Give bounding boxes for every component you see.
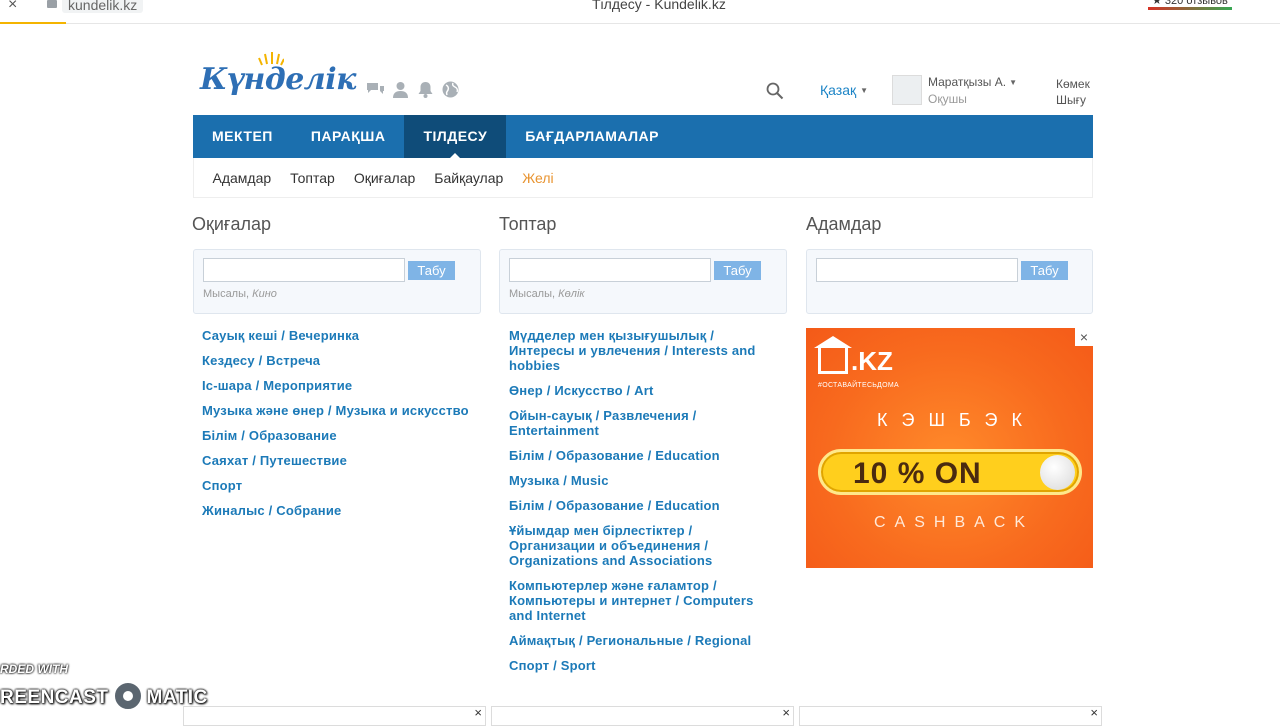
groups-category-list: Мүдделер мен қызығушылық / Интересы и ув… [509,328,771,683]
nav-item-programs[interactable]: БАҒДАРЛАМАЛАР [506,115,678,158]
window-title: Тілдесу - Kundelik.kz [592,0,726,12]
watermark-line1: RDED WITH [0,662,68,676]
subnav-item-network[interactable]: Желі [513,158,563,197]
list-item[interactable]: Кездесу / Встреча [202,353,472,368]
list-item[interactable]: Сауық кеші / Вечеринка [202,328,472,343]
events-search-hint: Мысалы, Кино [203,288,277,300]
main-nav: МЕКТЕП ПАРАҚША ТІЛДЕСУ БАҒДАРЛАМАЛАР [193,115,1093,158]
watermark-right: MATIC [146,687,208,708]
close-tab-icon[interactable]: × [8,0,17,14]
list-item[interactable]: Жиналыс / Собрание [202,503,472,518]
lock-icon [47,0,57,8]
bell-icon[interactable] [416,80,435,99]
chevron-down-icon: ▼ [860,86,869,95]
browser-bar: × kundelik.kz Тілдесу - Kundelik.kz ★ 32… [0,0,1280,24]
list-item[interactable]: Білім / Образование [202,428,472,443]
language-selector[interactable]: Қазақ ▼ [820,82,868,98]
list-item[interactable]: Музыка / Music [509,473,771,488]
close-icon[interactable]: × [474,705,482,720]
list-item[interactable]: Компьютерлер және ғаламтор / Компьютеры … [509,578,771,623]
groups-search-hint: Мысалы, Көлік [509,288,585,300]
list-item[interactable]: Спорт [202,478,472,493]
record-icon [111,680,144,712]
ad-logo-text: .KZ [851,346,893,376]
search-icon[interactable] [766,82,784,100]
groups-search-button[interactable]: Табу [714,261,761,280]
bottom-ad-slot: × [491,705,794,726]
hint-label: Мысалы, [509,288,556,300]
person-icon[interactable] [391,80,410,99]
events-search-button[interactable]: Табу [408,261,455,280]
close-icon[interactable]: × [1090,705,1098,720]
nav-item-communication[interactable]: ТІЛДЕСУ [404,115,507,158]
kundelik-logo[interactable]: Күнделік [200,52,356,104]
nav-item-school[interactable]: МЕКТЕП [193,115,292,158]
help-link[interactable]: Көмек [1056,77,1090,91]
groups-search-panel: Табу Мысалы, Көлік [499,249,787,314]
list-item[interactable]: Мүдделер мен қызығушылық / Интересы и ув… [509,328,771,373]
list-item[interactable]: Ұйымдар мен бірлестіктер / Организации и… [509,523,771,568]
header-icons [366,80,460,99]
rating-badge[interactable]: ★ 320 отзывов [1148,0,1232,10]
subnav-item-groups[interactable]: Топтар [281,158,345,197]
ad-tagline: #ОСТАВАЙТЕСЬДОМА [818,382,899,389]
avatar[interactable] [892,75,922,105]
address-bar[interactable]: kundelik.kz [62,0,144,13]
list-item[interactable]: Спорт / Sport [509,658,771,673]
ad-banner[interactable]: × .KZ #ОСТАВАЙТЕСЬДОМА КЭШБЭК 10 % ON CA… [806,328,1093,568]
list-item[interactable]: Ойын-сауық / Развлечения / Entertainment [509,408,771,438]
people-title: Адамдар [806,214,882,234]
loading-progress [0,22,66,24]
logout-link[interactable]: Шығу [1056,93,1086,107]
language-label: Қазақ [820,82,857,98]
watermark-left: REENCAST [0,687,109,708]
toggle-knob [1040,455,1075,490]
ad-logo: .KZ [814,336,893,377]
bottom-ad-slot: × [183,705,486,726]
chat-icon[interactable] [366,80,385,99]
hint-example: Көлік [558,288,585,300]
ad-toggle-pill: 10 % ON [818,449,1082,495]
house-icon [814,336,852,374]
logo-text: Күнделік [200,62,356,97]
user-role: Оқушы [928,92,967,106]
screencast-watermark: REENCAST MATIC [0,680,208,712]
list-item[interactable]: Саяхат / Путешествие [202,453,472,468]
ad-footer: CASHBACK [873,514,1035,531]
groups-search-input[interactable] [509,258,711,282]
people-search-input[interactable] [816,258,1018,282]
events-title: Оқиғалар [192,214,272,234]
chevron-down-icon: ▼ [1009,78,1017,87]
list-item[interactable]: Іс-шара / Мероприятие [202,378,472,393]
user-name: Маратқызы А. [928,75,1007,89]
list-item[interactable]: Білім / Образование / Education [509,498,771,513]
subnav-item-people[interactable]: Адамдар [203,158,281,197]
close-icon[interactable]: × [782,705,790,720]
hint-label: Мысалы, [203,288,250,300]
groups-title: Топтар [499,214,557,234]
ad-headline: КЭШБЭК [877,410,1036,430]
list-item[interactable]: Музыка және өнер / Музыка и искусство [202,403,472,418]
globe-icon[interactable] [441,80,460,99]
events-search-panel: Табу Мысалы, Кино [193,249,481,314]
people-search-button[interactable]: Табу [1021,261,1068,280]
subnav-item-contests[interactable]: Байқаулар [425,158,513,197]
user-menu[interactable]: Маратқызы А. ▼ [928,75,1017,89]
list-item[interactable]: Өнер / Искусство / Art [509,383,771,398]
list-item[interactable]: Білім / Образование / Education [509,448,771,463]
subnav-item-events[interactable]: Оқиғалар [344,158,424,197]
events-search-input[interactable] [203,258,405,282]
events-category-list: Сауық кеші / Вечеринка Кездесу / Встреча… [202,328,472,528]
list-item[interactable]: Аймақтық / Региональные / Regional [509,633,771,648]
people-search-panel: Табу [806,249,1093,314]
sub-nav: Адамдар Топтар Оқиғалар Байқаулар Желі [193,158,1093,198]
nav-item-page[interactable]: ПАРАҚША [292,115,405,158]
bottom-ad-slot: × [799,705,1102,726]
ad-pill-text: 10 % ON [853,457,982,490]
ad-close-icon[interactable]: × [1075,328,1093,346]
hint-example: Кино [252,288,277,300]
